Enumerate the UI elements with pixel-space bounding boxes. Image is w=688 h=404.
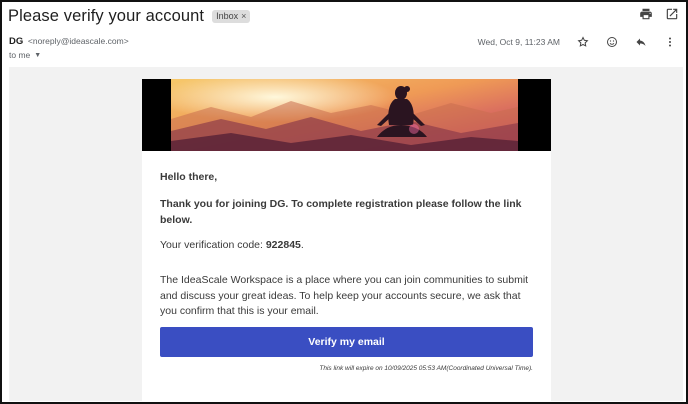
received-date: Wed, Oct 9, 11:23 AM — [477, 37, 560, 47]
email-subject: Please verify your account — [8, 6, 205, 25]
inbox-label-chip[interactable]: Inbox × — [212, 9, 251, 23]
verification-code-suffix: . — [300, 239, 304, 251]
star-icon[interactable] — [575, 34, 591, 50]
verification-code-line: Your verification code: 922845. — [160, 239, 304, 251]
sender-email: <noreply@ideascale.com> — [27, 36, 129, 46]
message-meta: Wed, Oct 9, 11:23 AM — [478, 34, 678, 50]
verification-code-prefix: Your verification code: — [160, 239, 266, 251]
recipient-text: to me — [9, 50, 31, 60]
open-in-new-window-icon[interactable] — [664, 6, 680, 22]
recipient-details-toggle[interactable]: to me ▼ — [9, 50, 41, 60]
chevron-down-icon: ▼ — [34, 51, 42, 59]
link-expiry-note: This link will expire on 10/09/2025 05:5… — [319, 365, 533, 372]
scrollbar[interactable] — [673, 67, 679, 401]
subject-row: Please verify your account Inbox × — [8, 5, 251, 27]
inbox-label-text: Inbox — [216, 11, 239, 21]
verification-code: 922845 — [265, 239, 301, 251]
remove-label-icon[interactable]: × — [241, 11, 246, 21]
sender-name[interactable]: DG — [9, 36, 23, 47]
sender-info: DG <noreply@ideascale.com> — [9, 36, 129, 47]
greeting-text: Hello there, — [160, 171, 218, 183]
print-icon[interactable] — [638, 6, 654, 22]
top-actions — [638, 6, 680, 22]
email-window: Please verify your account Inbox × DG <n… — [0, 0, 688, 404]
reply-icon[interactable] — [633, 34, 649, 50]
header-banner-image — [142, 79, 551, 151]
meditation-banner-illustration — [171, 79, 518, 151]
workspace-description: The IdeaScale Workspace is a place where… — [160, 274, 529, 317]
more-vertical-icon[interactable] — [662, 34, 678, 50]
emoji-reaction-icon[interactable] — [604, 34, 620, 50]
email-content-card: Hello there, Thank you for joining DG. T… — [142, 79, 551, 401]
thanks-text: Thank you for joining DG. To complete re… — [160, 198, 522, 226]
verify-email-button[interactable]: Verify my email — [160, 327, 533, 357]
